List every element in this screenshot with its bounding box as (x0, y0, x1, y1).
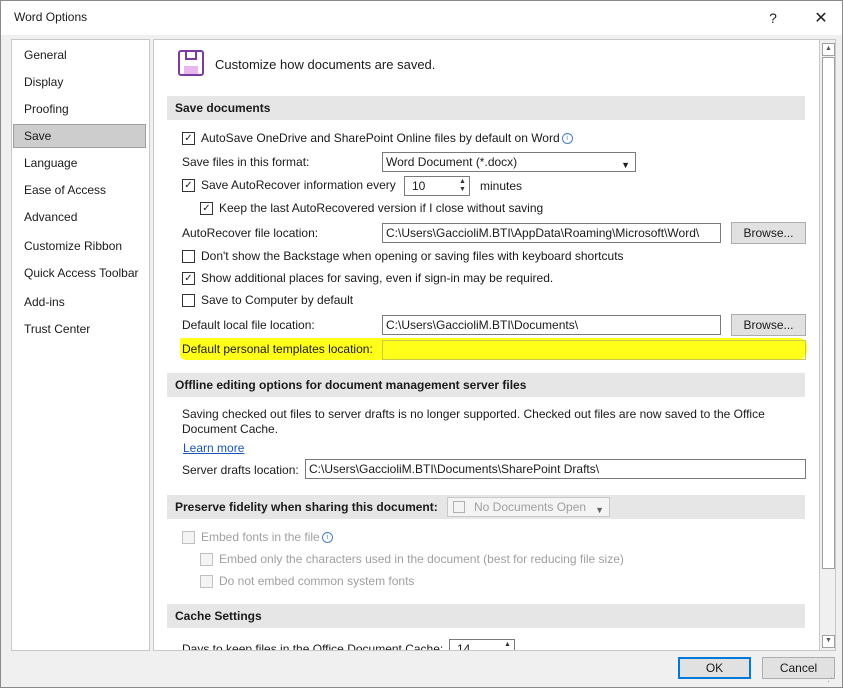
sidebar-item-customize-ribbon[interactable]: Customize Ribbon (13, 234, 146, 258)
offline-notice-line2: Document Cache. (182, 422, 279, 436)
chevron-down-icon: ▼ (621, 160, 630, 170)
disk-label (184, 66, 198, 74)
keep-last-label: Keep the last AutoRecovered version if I… (219, 201, 544, 215)
autorecover-location-input[interactable]: C:\Users\GaccioliM.BTI\AppData\Roaming\M… (382, 223, 721, 243)
spinner-arrows-icon[interactable]: ▲▼ (458, 178, 467, 194)
show-places-label: Show additional places for saving, even … (201, 271, 554, 285)
autorecover-minutes-value: 10 (412, 179, 426, 193)
cache-days-spinner[interactable]: 14 ▲▼ (449, 639, 515, 651)
scrollbar-thumb[interactable] (822, 57, 835, 569)
save-format-value: Word Document (*.docx) (386, 155, 518, 169)
default-local-input[interactable]: C:\Users\GaccioliM.BTI\Documents\ (382, 315, 721, 335)
server-drafts-input[interactable]: C:\Users\GaccioliM.BTI\Documents\SharePo… (305, 459, 806, 479)
spinner-arrows-icon[interactable]: ▲▼ (503, 641, 512, 650)
templates-location-input[interactable] (382, 340, 806, 360)
close-button[interactable]: ✕ (801, 5, 841, 31)
cache-days-value: 14 (457, 642, 471, 651)
save-disk-icon (178, 50, 204, 76)
sidebar-item-trust-center[interactable]: Trust Center (13, 317, 146, 341)
keep-last-checkbox[interactable]: ✓ (200, 202, 213, 215)
chevron-down-icon: ▼ (595, 505, 604, 515)
sidebar-nav: General Display Proofing Save Language E… (11, 39, 150, 651)
save-to-computer-label: Save to Computer by default (201, 293, 354, 307)
cache-settings-heading: Cache Settings (167, 604, 805, 628)
help-button[interactable]: ? (753, 5, 793, 31)
fidelity-document-select[interactable]: No Documents Open ▼ (447, 497, 610, 517)
offline-editing-heading: Offline editing options for document man… (167, 373, 805, 397)
sidebar-item-advanced[interactable]: Advanced (13, 205, 146, 229)
embed-chars-label: Embed only the characters used in the do… (219, 552, 624, 566)
save-to-computer-checkbox[interactable] (182, 294, 195, 307)
browse-default-local-button[interactable]: Browse... (731, 314, 806, 336)
embed-fonts-label: Embed fonts in the file i (201, 530, 333, 544)
sidebar-item-general[interactable]: General (13, 43, 146, 67)
pane-header: Customize how documents are saved. (215, 57, 436, 72)
no-backstage-label: Don't show the Backstage when opening or… (201, 249, 624, 263)
dialog-title: Word Options (14, 10, 88, 24)
sidebar-item-display[interactable]: Display (13, 70, 146, 94)
format-label: Save files in this format: (182, 155, 310, 169)
no-common-fonts-checkbox[interactable] (200, 575, 213, 588)
autorecover-minutes-spinner[interactable]: 10 ▲ ▼ (404, 176, 470, 196)
sidebar-item-ease-of-access[interactable]: Ease of Access (13, 178, 146, 202)
ok-button[interactable]: OK (678, 657, 751, 679)
minutes-label: minutes (480, 179, 523, 193)
sidebar-item-proofing[interactable]: Proofing (13, 97, 146, 121)
autosave-checkbox[interactable]: ✓ (182, 132, 195, 145)
title-bar: Word Options ? ✕ (1, 1, 842, 35)
sidebar-item-language[interactable]: Language (13, 151, 146, 175)
autosave-label: AutoSave OneDrive and SharePoint Online … (201, 131, 573, 145)
vertical-scrollbar[interactable]: ▲ ▼ (819, 39, 836, 651)
save-options-pane: Customize how documents are saved. Save … (153, 39, 821, 651)
autorecover-checkbox[interactable]: ✓ (182, 179, 195, 192)
info-icon[interactable]: i (321, 532, 333, 543)
save-format-select[interactable]: Word Document (*.docx) ▼ (382, 152, 636, 172)
document-icon (453, 501, 465, 513)
scroll-down-icon[interactable]: ▼ (822, 635, 835, 648)
sidebar-item-add-ins[interactable]: Add-ins (13, 290, 146, 314)
sidebar-item-save[interactable]: Save (13, 124, 146, 148)
offline-notice-line1: Saving checked out files to server draft… (182, 407, 765, 421)
autorecover-location-label: AutoRecover file location: (182, 226, 319, 240)
embed-chars-checkbox[interactable] (200, 553, 213, 566)
resize-grip-icon[interactable]: ⋰ (827, 673, 836, 684)
scroll-up-icon[interactable]: ▲ (822, 43, 835, 56)
sidebar-item-quick-access-toolbar[interactable]: Quick Access Toolbar (13, 261, 146, 285)
word-options-dialog: Word Options ? ✕ General Display Proofin… (0, 0, 843, 688)
fidelity-heading-text: Preserve fidelity when sharing this docu… (175, 500, 438, 514)
autorecover-label: Save AutoRecover information every (201, 178, 396, 192)
cancel-button[interactable]: Cancel (762, 657, 835, 679)
disk-slot (185, 52, 197, 60)
cache-days-label: Days to keep files in the Office Documen… (182, 642, 444, 651)
save-documents-heading: Save documents (167, 96, 805, 120)
no-backstage-checkbox[interactable] (182, 250, 195, 263)
no-common-fonts-label: Do not embed common system fonts (219, 574, 415, 588)
learn-more-link[interactable]: Learn more (183, 441, 244, 455)
show-places-checkbox[interactable]: ✓ (182, 272, 195, 285)
fidelity-document-value: No Documents Open (474, 500, 587, 514)
server-drafts-label: Server drafts location: (182, 463, 299, 477)
embed-fonts-checkbox[interactable] (182, 531, 195, 544)
info-icon[interactable]: i (561, 133, 573, 144)
default-local-label: Default local file location: (182, 318, 315, 332)
templates-label: Default personal templates location: (182, 342, 373, 356)
browse-autorecover-button[interactable]: Browse... (731, 222, 806, 244)
